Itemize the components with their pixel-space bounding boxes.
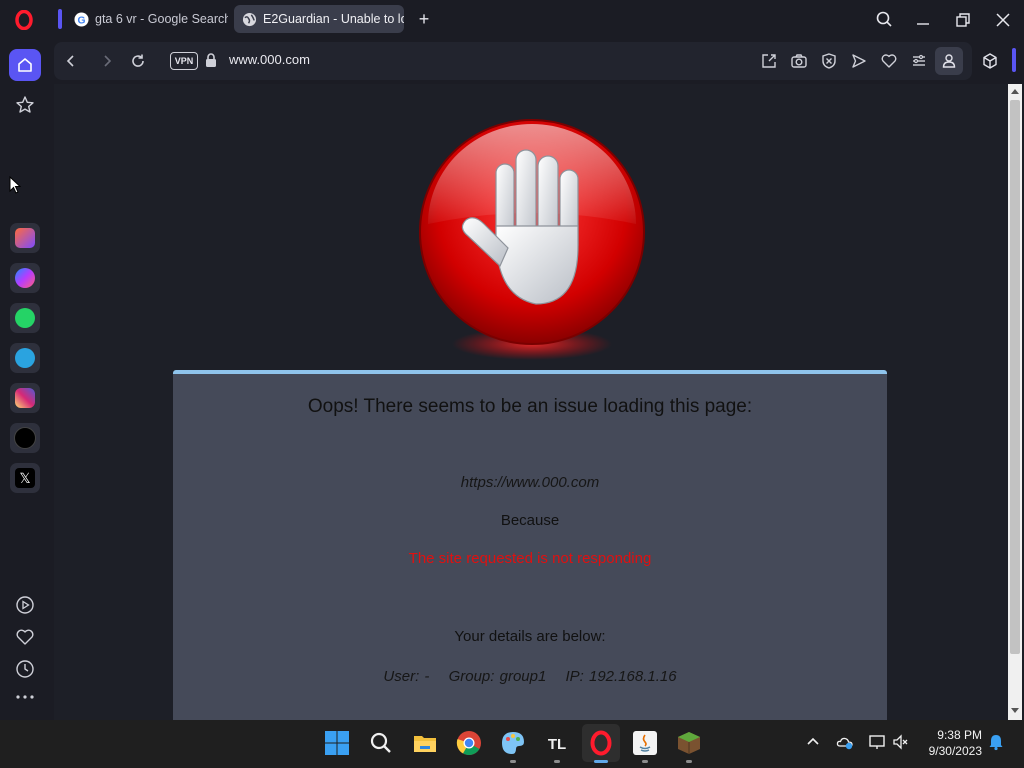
stop-hand-icon (419, 119, 645, 360)
ip-value: IP: 192.168.1.16 (565, 668, 677, 685)
sidebar-item-instagram[interactable] (10, 383, 40, 413)
restore-icon[interactable] (951, 8, 975, 32)
telegram-icon (15, 348, 35, 368)
volume-muted-icon[interactable] (892, 733, 910, 751)
error-card: Oops! There seems to be an issue loading… (173, 370, 887, 720)
tab-google-search[interactable]: G gta 6 vr - Google Search (58, 5, 228, 33)
address-bar-field: VPN www.000.com (54, 42, 972, 80)
home-button[interactable] (9, 49, 41, 81)
profile-icon (942, 54, 956, 68)
sidebar-item-messenger[interactable] (10, 263, 40, 293)
user-value: User: - (383, 668, 430, 685)
scroll-up-icon[interactable] (1011, 88, 1019, 94)
sidebar-item-telegram[interactable] (10, 343, 40, 373)
sidebar-accent-bar (1012, 48, 1016, 72)
title-bar: G gta 6 vr - Google Search E2Guardian - … (0, 0, 1024, 40)
java-icon[interactable] (632, 730, 658, 756)
minecraft-icon[interactable] (676, 730, 702, 756)
chrome-icon[interactable] (456, 730, 482, 756)
whatsapp-icon (15, 308, 35, 328)
scroll-down-icon[interactable] (1011, 708, 1019, 714)
lock-icon[interactable] (204, 52, 218, 68)
paint-running-indicator (510, 760, 516, 763)
tlauncher-icon[interactable]: TL (544, 730, 570, 756)
notification-bell-icon[interactable] (987, 733, 1005, 751)
because-label: Because (500, 512, 560, 529)
new-tab-button[interactable]: + (414, 10, 434, 30)
home-icon (18, 58, 32, 72)
history-icon[interactable] (15, 659, 35, 679)
google-icon: G (74, 11, 89, 27)
address-bar: VPN www.000.com (54, 42, 1020, 80)
sidebar-item-aria[interactable] (10, 223, 40, 253)
tiktok-icon (14, 427, 36, 449)
java-running-indicator (642, 760, 648, 763)
svg-text:TL: TL (548, 736, 566, 753)
user-details: User: - Group: group1 IP: 192.168.1.16 (173, 668, 887, 685)
messenger-icon (15, 268, 35, 288)
scrollbar-thumb[interactable] (1010, 100, 1020, 654)
tab-title: E2Guardian - Unable to lo (263, 12, 404, 26)
player-icon[interactable] (15, 595, 35, 615)
speed-dial-button[interactable] (9, 89, 41, 121)
sidebar-item-tiktok[interactable] (10, 423, 40, 453)
extensions-icon[interactable] (981, 52, 999, 70)
adblock-icon[interactable] (820, 52, 838, 70)
globe-icon (242, 12, 257, 26)
mouse-cursor-icon (9, 176, 21, 194)
tab-e2guardian[interactable]: E2Guardian - Unable to lo (234, 5, 404, 33)
more-icon[interactable] (15, 692, 35, 702)
vertical-scrollbar[interactable] (1008, 84, 1022, 720)
group-value: Group: group1 (448, 668, 547, 685)
x-icon: 𝕏 (15, 468, 35, 488)
tab-accent-bar (58, 9, 62, 29)
sidebar-item-whatsapp[interactable] (10, 303, 40, 333)
network-icon[interactable] (868, 733, 886, 751)
block-reason: The site requested is not responding (408, 550, 652, 567)
paint-icon[interactable] (500, 730, 526, 756)
url-input[interactable]: www.000.com (229, 52, 310, 67)
share-icon[interactable] (760, 52, 778, 70)
tab-title: gta 6 vr - Google Search (95, 12, 228, 26)
clock-time: 9:38 PM (937, 728, 982, 742)
bookmark-heart-icon[interactable] (880, 52, 898, 70)
minecraft-running-indicator (686, 760, 692, 763)
svg-text:G: G (77, 15, 85, 26)
windows-start-icon[interactable] (324, 730, 350, 756)
page-viewport: Oops! There seems to be an issue loading… (54, 84, 1008, 720)
tlauncher-running-indicator (554, 760, 560, 763)
opera-icon[interactable] (588, 730, 614, 756)
opera-active-indicator (594, 760, 608, 763)
easy-setup-icon[interactable] (910, 52, 928, 70)
error-title: Oops! There seems to be an issue loading… (307, 396, 753, 417)
opera-logo-icon[interactable] (14, 10, 34, 30)
instagram-icon (15, 388, 35, 408)
send-icon[interactable] (850, 52, 868, 70)
camera-icon[interactable] (790, 52, 808, 70)
file-explorer-icon[interactable] (412, 730, 438, 756)
star-icon (16, 96, 34, 113)
minimize-icon[interactable] (911, 8, 935, 32)
close-icon[interactable] (991, 8, 1015, 32)
vpn-badge[interactable]: VPN (170, 52, 198, 70)
blocked-url: https://www.000.com (460, 474, 600, 491)
sidebar-item-x[interactable]: 𝕏 (10, 463, 40, 493)
forward-icon[interactable] (98, 52, 116, 70)
chevron-up-icon[interactable] (804, 733, 822, 751)
aria-icon (15, 228, 35, 248)
search-icon[interactable] (368, 730, 394, 756)
reload-icon[interactable] (129, 52, 147, 70)
taskbar: TL 9:38 PM 9/30/2023 (0, 720, 1024, 768)
onedrive-icon[interactable] (836, 733, 854, 751)
system-clock[interactable]: 9:38 PM 9/30/2023 (916, 727, 982, 759)
search-tabs-icon[interactable] (872, 8, 896, 32)
details-heading: Your details are below: (454, 628, 606, 645)
back-icon[interactable] (62, 52, 80, 70)
profile-button[interactable] (935, 47, 963, 75)
sidebar: 𝕏 (0, 40, 50, 720)
heart-icon[interactable] (15, 627, 35, 647)
clock-date: 9/30/2023 (928, 744, 982, 758)
